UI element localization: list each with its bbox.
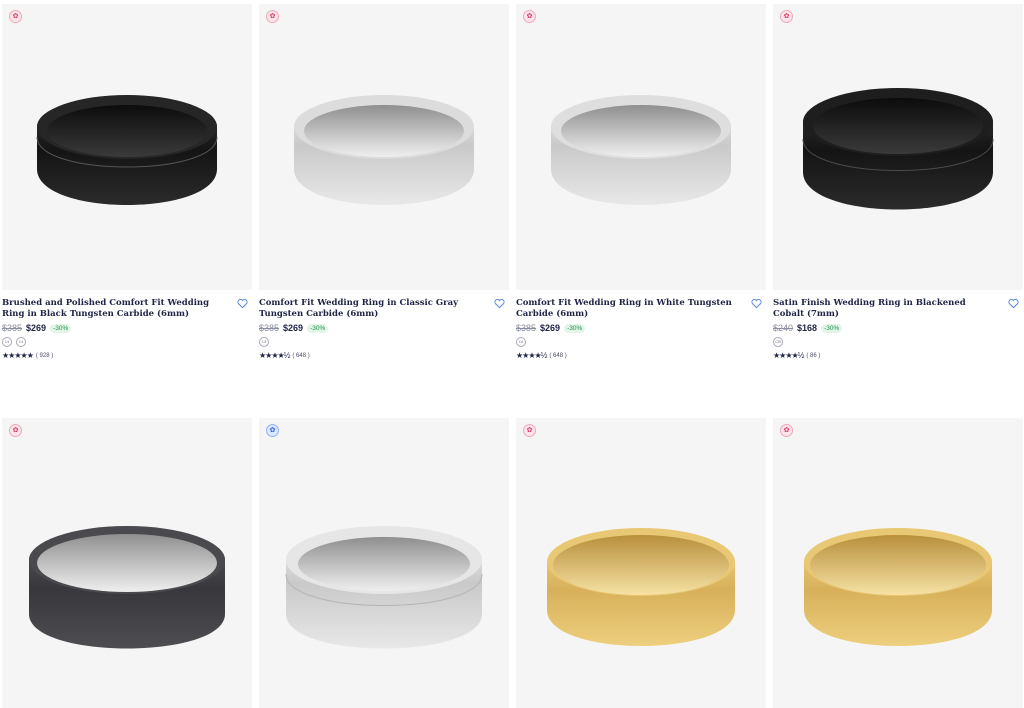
product-card[interactable]: ✿ Comfort Fit Wedding Ring in Classic Gr… [259, 4, 509, 360]
product-card[interactable]: ✿ [259, 418, 509, 708]
product-card[interactable]: ✿ Brushed and Polished Comfort Fit Weddi… [2, 4, 252, 360]
product-card[interactable]: ✿ [2, 418, 252, 708]
product-card[interactable]: ✿ Satin Finish Wedding Ring in Blackened… [773, 4, 1023, 360]
original-price: $385 [516, 323, 537, 333]
discount-badge: -30% [821, 323, 843, 333]
silver-ring-image [285, 526, 483, 649]
star-rating-icon: ★★★★★ [2, 351, 34, 360]
star-rating-icon: ★★★★½ [516, 351, 547, 360]
product-image[interactable]: ✿ [259, 418, 509, 708]
discount-badge: -30% [307, 323, 329, 333]
heart-icon[interactable] [494, 298, 505, 309]
product-image[interactable]: ✿ [516, 418, 766, 708]
original-price: $240 [773, 323, 794, 333]
product-image[interactable]: ✿ [773, 418, 1023, 708]
discount-badge: -30% [564, 323, 586, 333]
sale-price: $168 [797, 323, 818, 333]
product-image[interactable]: ✿ [2, 418, 252, 708]
sale-price: $269 [26, 323, 47, 333]
product-card[interactable]: ✿ [773, 418, 1023, 708]
product-image[interactable]: ✿ [516, 4, 766, 290]
pink-badge-icon: ✿ [9, 10, 22, 23]
review-count[interactable]: ( 648 ) [549, 353, 566, 359]
heart-icon[interactable] [751, 298, 762, 309]
product-title[interactable]: Comfort Fit Wedding Ring in White Tungst… [516, 298, 738, 320]
metal-swatch[interactable]: CB [773, 337, 783, 347]
heart-icon[interactable] [237, 298, 248, 309]
pink-badge-icon: ✿ [523, 424, 536, 437]
black-ring-image [36, 95, 218, 205]
heart-icon[interactable] [1008, 298, 1019, 309]
gold-ring-image [547, 528, 735, 646]
pink-badge-icon: ✿ [780, 10, 793, 23]
pink-badge-icon: ✿ [266, 10, 279, 23]
product-title[interactable]: Satin Finish Wedding Ring in Blackened C… [773, 298, 995, 320]
product-title[interactable]: Brushed and Polished Comfort Fit Wedding… [2, 298, 224, 320]
discount-badge: -30% [50, 323, 72, 333]
black-ring-image [802, 88, 994, 210]
pink-badge-icon: ✿ [780, 424, 793, 437]
product-image[interactable]: ✿ [773, 4, 1023, 290]
product-image[interactable]: ✿ [2, 4, 252, 290]
review-count[interactable]: ( 928 ) [36, 353, 53, 359]
metal-swatch[interactable]: 14 [516, 337, 526, 347]
sale-price: $269 [283, 323, 304, 333]
metal-swatch[interactable]: 14 [2, 337, 12, 347]
product-card[interactable]: ✿ [516, 418, 766, 708]
original-price: $385 [259, 323, 280, 333]
silver-ring-image [551, 95, 731, 205]
metal-swatch[interactable]: 14 [259, 337, 269, 347]
product-card[interactable]: ✿ Comfort Fit Wedding Ring in White Tung… [516, 4, 766, 360]
original-price: $385 [2, 323, 23, 333]
star-rating-icon: ★★★★½ [259, 351, 290, 360]
star-rating-icon: ★★★★½ [773, 351, 804, 360]
sale-price: $269 [540, 323, 561, 333]
product-image[interactable]: ✿ [259, 4, 509, 290]
pink-badge-icon: ✿ [9, 424, 22, 437]
review-count[interactable]: ( 86 ) [806, 353, 820, 359]
product-title[interactable]: Comfort Fit Wedding Ring in Classic Gray… [259, 298, 481, 320]
metal-swatch[interactable]: 14 [16, 337, 26, 347]
silver-ring-image [294, 95, 474, 205]
blue-badge-icon: ✿ [266, 424, 279, 437]
gunmetal-ring-image [29, 526, 225, 649]
review-count[interactable]: ( 648 ) [292, 353, 309, 359]
gold-ring-image [804, 528, 992, 646]
pink-badge-icon: ✿ [523, 10, 536, 23]
